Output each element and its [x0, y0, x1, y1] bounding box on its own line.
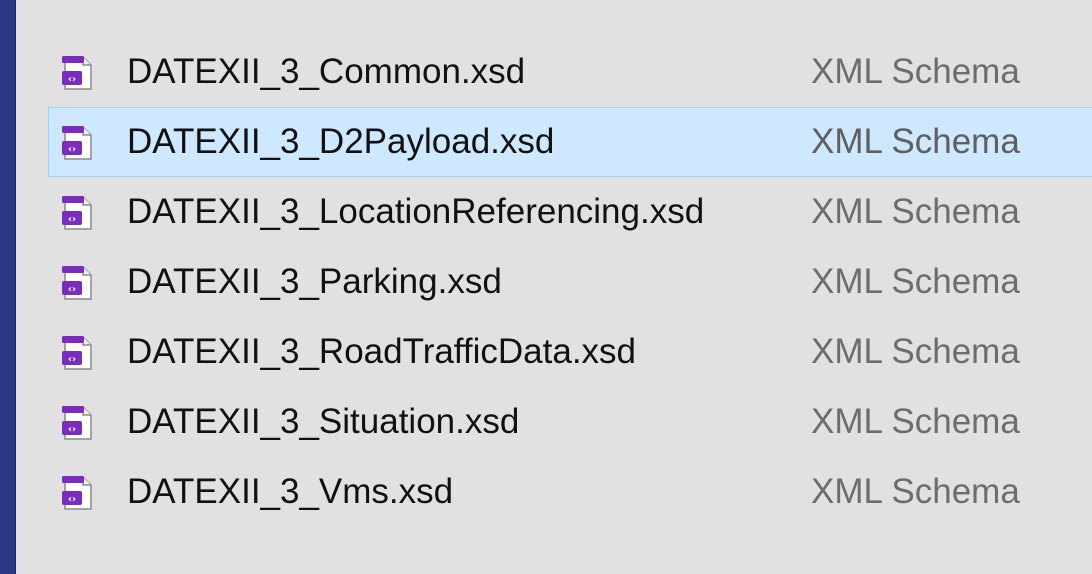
xml-schema-file-icon: ‹›: [62, 406, 92, 440]
file-name: DATEXII_3_Situation.xsd: [127, 402, 520, 441]
file-name: DATEXII_3_Common.xsd: [127, 52, 526, 91]
svg-text:‹›: ‹›: [68, 354, 76, 365]
file-type: XML Schema: [811, 52, 1020, 91]
svg-text:‹›: ‹›: [68, 74, 76, 85]
file-row-vms[interactable]: ‹› DATEXII_3_Vms.xsd XML Schema: [48, 457, 1092, 527]
window-frame: ‹› DATEXII_3_Common.xsd XML Schema ‹› DA…: [0, 0, 1092, 574]
file-type: XML Schema: [811, 402, 1020, 441]
svg-text:‹›: ‹›: [68, 144, 76, 155]
file-name: DATEXII_3_D2Payload.xsd: [127, 122, 555, 161]
file-type: XML Schema: [811, 122, 1020, 161]
file-type: XML Schema: [811, 192, 1020, 231]
svg-text:‹›: ‹›: [68, 494, 76, 505]
file-name: DATEXII_3_Parking.xsd: [127, 262, 502, 301]
svg-text:‹›: ‹›: [68, 424, 76, 435]
file-row-situation[interactable]: ‹› DATEXII_3_Situation.xsd XML Schema: [48, 387, 1092, 457]
file-type: XML Schema: [811, 262, 1020, 301]
svg-text:‹›: ‹›: [68, 214, 76, 225]
xml-schema-file-icon: ‹›: [62, 476, 92, 510]
file-type: XML Schema: [811, 332, 1020, 371]
file-name: DATEXII_3_LocationReferencing.xsd: [127, 192, 705, 231]
file-row-parking[interactable]: ‹› DATEXII_3_Parking.xsd XML Schema: [48, 247, 1092, 317]
file-row-common[interactable]: ‹› DATEXII_3_Common.xsd XML Schema: [48, 37, 1092, 107]
svg-text:‹›: ‹›: [68, 284, 76, 295]
file-row-locationreferencing[interactable]: ‹› DATEXII_3_LocationReferencing.xsd XML…: [48, 177, 1092, 247]
xml-schema-file-icon: ‹›: [62, 126, 92, 160]
file-row-d2payload[interactable]: ‹› DATEXII_3_D2Payload.xsd XML Schema: [48, 107, 1092, 177]
file-list-pane: ‹› DATEXII_3_Common.xsd XML Schema ‹› DA…: [15, 0, 1092, 574]
xml-schema-file-icon: ‹›: [62, 266, 92, 300]
xml-schema-file-icon: ‹›: [62, 336, 92, 370]
file-row-roadtrafficdata[interactable]: ‹› DATEXII_3_RoadTrafficData.xsd XML Sch…: [48, 317, 1092, 387]
xml-schema-file-icon: ‹›: [62, 196, 92, 230]
file-name: DATEXII_3_Vms.xsd: [127, 472, 454, 511]
xml-schema-file-icon: ‹›: [62, 56, 92, 90]
file-type: XML Schema: [811, 472, 1020, 511]
file-name: DATEXII_3_RoadTrafficData.xsd: [127, 332, 637, 371]
file-list: ‹› DATEXII_3_Common.xsd XML Schema ‹› DA…: [48, 37, 1092, 527]
